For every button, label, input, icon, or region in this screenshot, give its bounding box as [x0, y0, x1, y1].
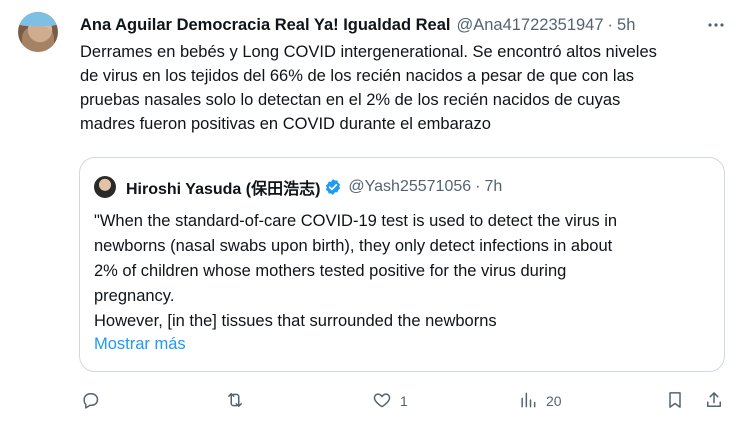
bookmark-icon: [665, 390, 685, 413]
quoted-tweet[interactable]: Hiroshi Yasuda (保田浩志) @Yash25571056 · 7h…: [79, 157, 725, 372]
tweet-text-line: de virus en los tejidos del 66% de los r…: [80, 67, 635, 85]
tweet-text: Derrames en bebés y Long COVID intergene…: [80, 40, 730, 136]
quoted-text-line: 2% of children whose mothers tested posi…: [94, 262, 567, 280]
separator-dot: ·: [607, 15, 614, 34]
quoted-tweet-text: "When the standard-of-care COVID-19 test…: [94, 209, 714, 334]
like-icon: [372, 390, 392, 413]
quoted-text-line: However, [in the] tissues that surrounde…: [94, 312, 497, 330]
more-icon[interactable]: [704, 14, 728, 36]
show-more-link[interactable]: Mostrar más: [94, 335, 186, 354]
quoted-tweet-header: Hiroshi Yasuda (保田浩志) @Yash25571056 · 7h: [126, 176, 502, 198]
share-icon: [704, 390, 724, 413]
quoted-text-line: "When the standard-of-care COVID-19 test…: [94, 212, 618, 230]
like-button[interactable]: 1: [372, 388, 408, 414]
share-button[interactable]: [704, 388, 724, 414]
tweet-text-line: Derrames en bebés y Long COVID intergene…: [80, 43, 657, 61]
tweet-time[interactable]: 5h: [617, 16, 635, 35]
views-count: 20: [546, 393, 562, 409]
author-handle[interactable]: @Ana41722351947: [456, 16, 603, 35]
tweet-header: Ana Aguilar Democracia Real Ya! Igualdad…: [80, 14, 730, 36]
views-icon: [518, 390, 538, 413]
tweet-text-line: pruebas nasales solo lo detectan en el 2…: [80, 91, 621, 109]
views-button[interactable]: 20: [518, 388, 562, 414]
retweet-icon: [225, 390, 245, 413]
verified-icon: [324, 178, 342, 196]
reply-icon: [80, 390, 100, 413]
reply-button[interactable]: [80, 388, 108, 414]
avatar-hair: [22, 26, 54, 52]
quoted-text-line: newborns (nasal swabs upon birth), they …: [94, 237, 613, 255]
retweet-button[interactable]: [225, 388, 253, 414]
avatar-cap: [18, 12, 58, 26]
action-bar: 1 20: [0, 388, 742, 414]
bookmark-button[interactable]: [665, 388, 685, 414]
quoted-author-handle: @Yash25571056: [348, 178, 472, 195]
tweet[interactable]: Ana Aguilar Democracia Real Ya! Igualdad…: [0, 0, 742, 428]
author-name[interactable]: Ana Aguilar Democracia Real Ya! Igualdad…: [80, 16, 450, 35]
author-avatar[interactable]: [18, 12, 58, 52]
tweet-text-line: madres fueron positivas en COVID durante…: [80, 115, 491, 133]
quoted-tweet-time: 7h: [484, 178, 503, 195]
quoted-author-name: Hiroshi Yasuda (保田浩志): [126, 181, 321, 198]
separator-dot: ·: [475, 178, 481, 195]
quoted-text-line: pregnancy.: [94, 287, 175, 305]
like-count: 1: [400, 393, 408, 409]
quoted-author-avatar: [94, 176, 116, 198]
